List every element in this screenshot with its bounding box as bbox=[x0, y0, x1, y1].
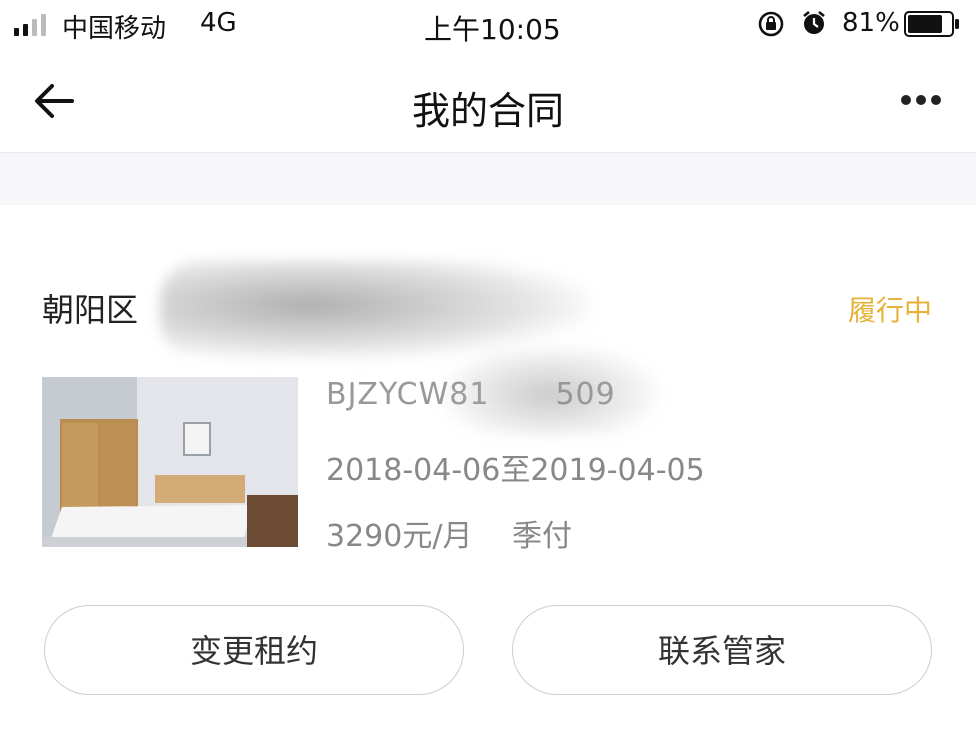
section-divider bbox=[0, 152, 976, 206]
monthly-rent: 3290元/月 bbox=[326, 519, 473, 554]
contract-card[interactable]: 朝阳区 履行中 BJZYCW81509 2018-04-06至2019-04-0… bbox=[0, 205, 976, 734]
navigation-bar: 我的合同 bbox=[0, 50, 976, 152]
contract-status-label: 履行中 bbox=[847, 294, 932, 327]
clock: 上午10:05 bbox=[424, 13, 561, 46]
rotation-lock-icon bbox=[758, 11, 784, 37]
contract-address: 朝阳区 bbox=[42, 291, 139, 329]
battery-percentage: 81% bbox=[842, 8, 900, 38]
page-title: 我的合同 bbox=[411, 89, 564, 133]
battery-icon bbox=[904, 11, 959, 37]
signal-icon bbox=[14, 14, 46, 36]
change-lease-button[interactable]: 变更租约 bbox=[44, 605, 464, 695]
screen: 中国移动 4G 上午10:05 81% 我的合同 朝阳区 履行中 BJZYCW8… bbox=[0, 0, 976, 734]
contact-manager-button[interactable]: 联系管家 bbox=[512, 605, 932, 695]
alarm-icon bbox=[803, 10, 825, 34]
redacted-code-blur bbox=[440, 345, 660, 435]
payment-frequency: 季付 bbox=[512, 519, 572, 554]
status-bar: 中国移动 4G 上午10:05 81% bbox=[0, 0, 976, 50]
network-type: 4G bbox=[200, 8, 237, 38]
more-options-icon[interactable] bbox=[900, 94, 942, 106]
contract-period: 2018-04-06至2019-04-05 bbox=[326, 453, 705, 488]
carrier-label: 中国移动 bbox=[62, 14, 167, 44]
room-photo bbox=[42, 377, 298, 547]
